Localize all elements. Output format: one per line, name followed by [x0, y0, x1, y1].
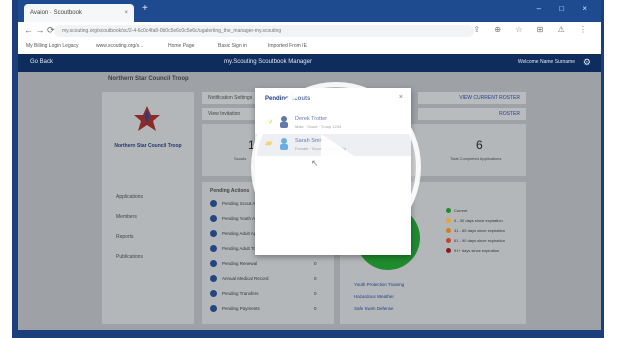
legend-label: 61 - 90 days since expiration: [454, 238, 505, 243]
row-icon: [210, 305, 217, 312]
pending-row-label[interactable]: Pending Renewal: [222, 261, 257, 266]
play-icon[interactable]: [321, 134, 371, 200]
gear-icon[interactable]: ⚙: [583, 57, 591, 68]
tab-bar: Avaion · Scoutbook × + – □ ×: [18, 0, 601, 22]
legend-swatch: [446, 248, 451, 253]
tab-title: Avaion · Scoutbook: [30, 10, 82, 16]
training-link[interactable]: Safe Swim Defense: [354, 306, 394, 311]
unit-sidebar: Northern Star Council Troop Applications…: [102, 92, 194, 324]
legend-swatch: [446, 218, 451, 223]
app-header: Go Back my.Scouting Scoutbook Manager We…: [18, 54, 601, 72]
legend-label: 31 - 60 days since expiration: [454, 228, 505, 233]
bookmark-item[interactable]: Imported From IE: [268, 43, 307, 49]
legend-swatch: [446, 208, 451, 213]
row-icon: [210, 230, 217, 237]
menu-item-reports[interactable]: Reports: [116, 234, 134, 240]
legend-label: Current: [454, 208, 468, 213]
troop-name: Northern Star Council Troop: [114, 143, 182, 149]
new-tab-icon[interactable]: +: [142, 3, 148, 14]
menu-item-publications[interactable]: Publications: [116, 254, 143, 260]
stat-label: Scouts: [234, 156, 247, 161]
bookmark-item[interactable]: Home Page: [168, 43, 194, 49]
pending-row-value: 0: [314, 276, 317, 281]
row-icon: [210, 215, 217, 222]
app-title: my.Scouting Scoutbook Manager: [224, 59, 312, 65]
pending-row-value: 0: [314, 291, 317, 296]
address-icons[interactable]: ⇪ ⊕ ☆ ⊞ ⚠ ⋮: [473, 25, 593, 34]
url-field[interactable]: my.scouting.org/scoutbook/sc/2-4-6c0c4fa…: [54, 25, 474, 37]
row-icon: [210, 245, 217, 252]
legend-swatch: [446, 238, 451, 243]
legend-label: 91+ days since expiration: [454, 248, 500, 253]
go-back-link[interactable]: Go Back: [30, 59, 53, 65]
pending-row-label[interactable]: Pending Payments: [222, 306, 260, 311]
address-bar: ← → ⟳ my.scouting.org/scoutbook/sc/2-4-6…: [18, 22, 601, 41]
pending-row-label[interactable]: Pending Transfers: [222, 291, 259, 296]
row-icon: [210, 260, 217, 267]
window-controls[interactable]: – □ ×: [537, 4, 595, 13]
stat-label: Total Completed Applications: [450, 156, 502, 161]
row-icon: [210, 290, 217, 297]
browser-tab[interactable]: Avaion · Scoutbook ×: [24, 4, 134, 22]
legend-swatch: [446, 228, 451, 233]
bookmarks-bar: My Billing Login Legacy www.scouting.org…: [18, 40, 601, 55]
browser-window: Avaion · Scoutbook × + – □ × ← → ⟳ my.sc…: [18, 0, 601, 330]
menu-item-applications[interactable]: Applications: [116, 194, 143, 200]
row-icon: [210, 275, 217, 282]
training-link[interactable]: Hazardous Weather: [354, 294, 394, 299]
nav-buttons[interactable]: ← → ⟳: [24, 25, 55, 36]
stat-value: 6: [476, 138, 483, 152]
pending-row-value: 0: [314, 306, 317, 311]
pending-row-label[interactable]: Annual Medical Record: [222, 276, 269, 281]
card-title: Pending Actions: [210, 188, 250, 194]
bookmark-item[interactable]: Basic Sign in: [218, 43, 247, 49]
roster-link[interactable]: VIEW CURRENT ROSTER: [418, 92, 526, 104]
bookmark-item[interactable]: www.scouting.org/s...: [96, 43, 143, 49]
roster-button[interactable]: ROSTER: [418, 108, 526, 120]
training-link[interactable]: Youth Protection Training: [354, 282, 404, 287]
unit-header: Northern Star Council Troop: [108, 76, 189, 82]
bsa-emblem-icon: [134, 106, 160, 131]
row-icon: [210, 200, 217, 207]
close-icon[interactable]: ×: [399, 94, 403, 101]
bookmark-item[interactable]: My Billing Login Legacy: [26, 43, 79, 49]
legend-label: 0 - 30 days since expiration: [454, 218, 503, 223]
tab-close-icon[interactable]: ×: [124, 4, 128, 22]
menu-item-members[interactable]: Members: [116, 214, 137, 220]
user-name[interactable]: Welcome Name Surname: [518, 59, 575, 65]
pending-row-value: 0: [314, 261, 317, 266]
